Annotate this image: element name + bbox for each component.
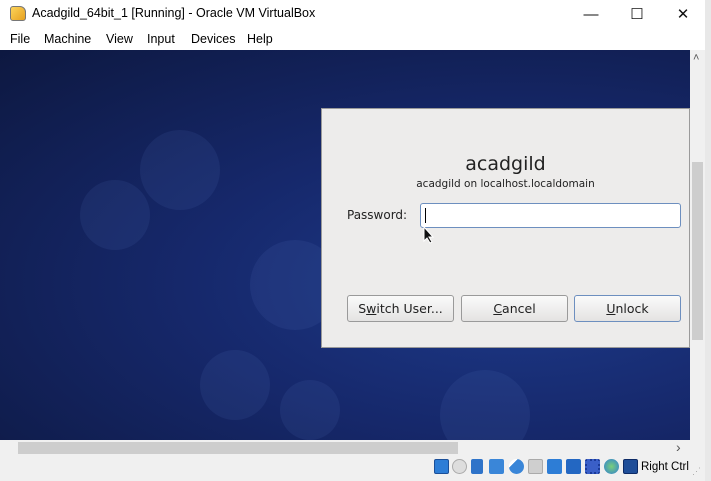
menu-view[interactable]: View (106, 32, 133, 46)
mouse-pointer-icon (423, 226, 435, 244)
virtualbox-window: Acadgild_64bit_1 [Running] - Oracle VM V… (0, 0, 705, 481)
status-bar: Right Ctrl ⋰ (0, 456, 705, 481)
background-bubble (80, 180, 150, 250)
switch-user-button[interactable]: Sw itch User... (347, 295, 454, 322)
hard-disk-icon[interactable] (434, 459, 449, 474)
mnemonic: C (493, 301, 503, 316)
button-label: ancel (502, 301, 536, 316)
menu-machine[interactable]: Machine (44, 32, 91, 46)
network-icon[interactable] (489, 459, 504, 474)
audio-icon[interactable] (471, 459, 483, 474)
password-label: Password: (347, 208, 408, 222)
username-heading: acadgild (465, 153, 546, 175)
guest-additions-icon[interactable] (604, 459, 619, 474)
display-icon[interactable] (547, 459, 562, 474)
vm-screen[interactable]: acadgild acadgild on localhost.localdoma… (0, 50, 690, 440)
text-caret (425, 208, 426, 223)
user-host-label: acadgild on localhost.localdomain (416, 178, 595, 190)
shared-folders-icon[interactable] (528, 459, 543, 474)
minimize-button[interactable]: — (568, 0, 614, 28)
usb-icon[interactable] (509, 459, 524, 474)
horizontal-scrollbar[interactable]: › (0, 439, 690, 456)
window-title: Acadgild_64bit_1 [Running] - Oracle VM V… (32, 6, 316, 20)
menu-devices[interactable]: Devices (191, 32, 235, 46)
scroll-corner (690, 440, 705, 456)
unlock-button[interactable]: Unlock (574, 295, 681, 322)
mouse-integration-icon[interactable] (623, 459, 638, 474)
virtualbox-app-icon (10, 6, 26, 21)
menu-file[interactable]: File (10, 32, 30, 46)
button-label: S (358, 301, 367, 316)
horizontal-scroll-thumb[interactable] (18, 442, 458, 454)
button-label: nlock (615, 301, 649, 316)
scroll-right-arrow-icon[interactable]: › (676, 439, 681, 455)
title-bar: Acadgild_64bit_1 [Running] - Oracle VM V… (0, 0, 705, 28)
background-desktop (705, 0, 711, 481)
vertical-scroll-thumb[interactable] (692, 162, 703, 340)
vertical-scrollbar[interactable]: ˄ (690, 50, 705, 440)
screen-lock-dialog: acadgild acadgild on localhost.localdoma… (321, 108, 690, 348)
mnemonic: w (366, 301, 377, 316)
mnemonic: U (606, 301, 616, 316)
cancel-button[interactable]: Cancel (461, 295, 568, 322)
background-bubble (200, 350, 270, 420)
scroll-up-arrow-icon[interactable]: ˄ (693, 52, 699, 64)
background-bubble (140, 130, 220, 210)
button-label: itch User... (376, 301, 443, 316)
menu-input[interactable]: Input (147, 32, 175, 46)
menu-bar: File Machine View Input Devices Help (0, 28, 705, 50)
password-input[interactable] (420, 203, 681, 228)
close-button[interactable]: ✕ (660, 0, 706, 28)
maximize-button[interactable]: ☐ (614, 0, 660, 28)
background-bubble (280, 380, 340, 440)
video-capture-icon[interactable] (566, 459, 581, 474)
optical-drive-icon[interactable] (452, 459, 467, 474)
resize-grip-icon[interactable]: ⋰ (692, 466, 701, 477)
host-key-label: Right Ctrl (641, 461, 689, 473)
cpu-icon[interactable] (585, 459, 600, 474)
menu-help[interactable]: Help (247, 32, 273, 46)
background-bubble (440, 370, 530, 440)
